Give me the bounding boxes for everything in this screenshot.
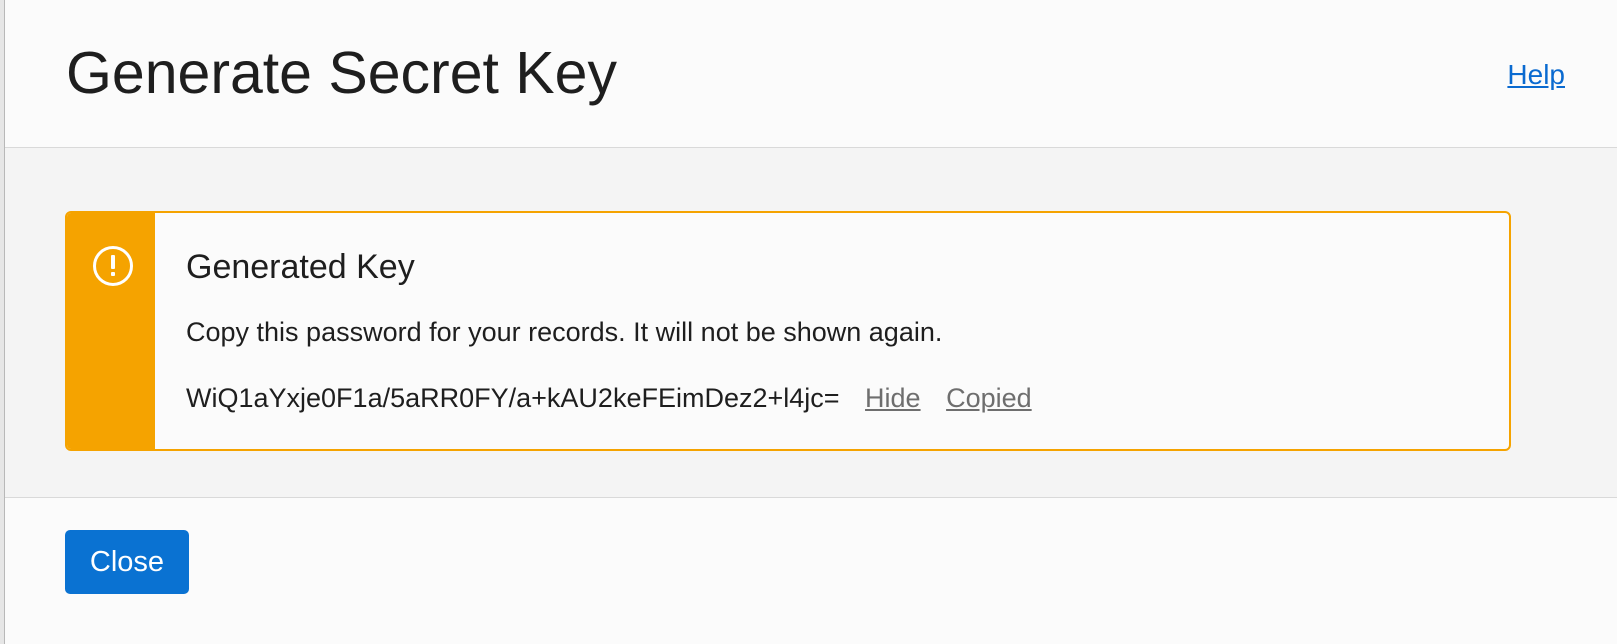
dialog-body: Generated Key Copy this password for you… — [5, 148, 1617, 498]
alert-accent-stripe — [67, 213, 155, 449]
alert-title: Generated Key — [186, 248, 415, 286]
dialog-header: Generate Secret Key Help — [5, 0, 1617, 148]
help-link[interactable]: Help — [1507, 58, 1565, 92]
copy-key-link[interactable]: Copied — [946, 383, 1032, 413]
secret-key-value: WiQ1aYxje0F1a/5aRR0FY/a+kAU2keFEimDez2+l… — [186, 383, 840, 413]
generate-secret-key-dialog: Generate Secret Key Help Generated Key C… — [5, 0, 1617, 644]
generated-key-alert: Generated Key Copy this password for you… — [65, 211, 1511, 451]
alert-message: Copy this password for your records. It … — [186, 317, 943, 347]
hide-key-link[interactable]: Hide — [865, 383, 921, 413]
secret-key-row: WiQ1aYxje0F1a/5aRR0FY/a+kAU2keFEimDez2+l… — [186, 382, 1032, 414]
dialog-footer: Close — [5, 498, 1617, 644]
close-button[interactable]: Close — [65, 530, 189, 594]
dialog-title: Generate Secret Key — [66, 40, 617, 106]
alert-circle-icon — [93, 246, 133, 286]
